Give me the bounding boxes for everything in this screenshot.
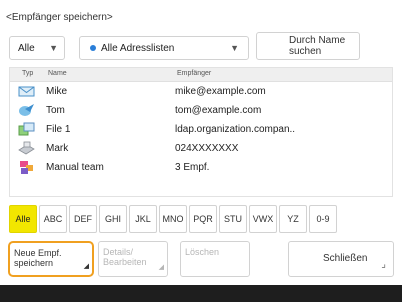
tab-0-9[interactable]: 0-9 [309,205,337,233]
table-row[interactable]: Mike mike@example.com [10,82,392,101]
header-name: Name [48,70,67,77]
filter-dropdown[interactable]: Alle ▼ [9,36,65,60]
email-icon [18,86,35,97]
new-label-line1: Neue Empf. [14,248,62,258]
tab-jkl[interactable]: JKL [129,205,157,233]
table-row[interactable]: Mark 024XXXXXXX [10,139,392,158]
search-by-name-button[interactable]: Durch Name suchen [256,32,360,60]
table-row[interactable]: Tom tom@example.com [10,101,392,120]
row-name: File 1 [46,124,71,135]
recipient-table: Typ Name Empfänger Mike mike@example.com… [9,67,393,197]
row-name: Manual team [46,162,104,173]
chevron-down-icon: ▼ [230,43,239,53]
header-type: Typ [22,70,34,77]
status-bar [0,285,402,302]
internet-fax-icon [19,104,34,116]
row-name: Mark [46,143,69,154]
fax-icon [18,141,35,155]
row-name: Mike [46,86,68,97]
chevron-down-icon: ▼ [49,43,58,53]
tab-ghi[interactable]: GHI [99,205,127,233]
tab-abc[interactable]: ABC [39,205,67,233]
row-recipient: tom@example.com [175,105,262,116]
file-icon [18,122,35,136]
tab-mno[interactable]: MNO [159,205,187,233]
header-recipient: Empfänger [177,70,212,77]
table-header: Typ Name Empfänger [10,68,392,82]
delete-button[interactable]: Löschen [180,241,250,277]
address-list-dropdown[interactable]: Alle Adresslisten ▼ [79,36,249,60]
address-list-value: Alle Adresslisten [101,42,175,54]
row-name: Tom [46,105,65,116]
tab-pqr[interactable]: PQR [189,205,217,233]
search-label-line1: Durch Name [289,35,346,46]
tab-def[interactable]: DEF [69,205,97,233]
search-label-line2: suchen [289,46,322,57]
details-edit-button[interactable]: Details/ Bearbeiten ◢ [98,241,168,277]
new-recipient-button[interactable]: Neue Empf. speichern ◢ [8,241,94,277]
dialog-title: <Empfänger speichern> [6,12,113,23]
table-row[interactable]: File 1 ldap.organization.compan.. [10,120,392,139]
address-list-indicator-icon [90,45,96,51]
tab-alle[interactable]: Alle [9,205,37,233]
row-recipient: mike@example.com [175,86,266,97]
details-label-line1: Details/ [103,247,134,257]
filter-value: Alle [18,42,35,54]
delete-label: Löschen [185,247,220,257]
index-tabs: Alle ABC DEF GHI JKL MNO PQR STU VWX YZ … [9,205,337,235]
close-button[interactable]: Schließen ⌟ [288,241,394,277]
group-icon [20,161,33,174]
table-row[interactable]: Manual team 3 Empf. [10,158,392,177]
row-recipient: 024XXXXXXX [175,143,239,154]
tab-stu[interactable]: STU [219,205,247,233]
close-label: Schließen [323,253,368,264]
tab-yz[interactable]: YZ [279,205,307,233]
corner-indicator-icon: ⌟ [381,259,386,270]
tab-vwx[interactable]: VWX [249,205,277,233]
row-recipient: ldap.organization.compan.. [175,124,296,135]
corner-indicator-icon: ◢ [158,264,164,271]
row-recipient: 3 Empf. [175,162,210,173]
new-label-line2: speichern [14,258,54,268]
details-label-line2: Bearbeiten [103,257,147,267]
corner-indicator-icon: ◢ [83,263,89,270]
